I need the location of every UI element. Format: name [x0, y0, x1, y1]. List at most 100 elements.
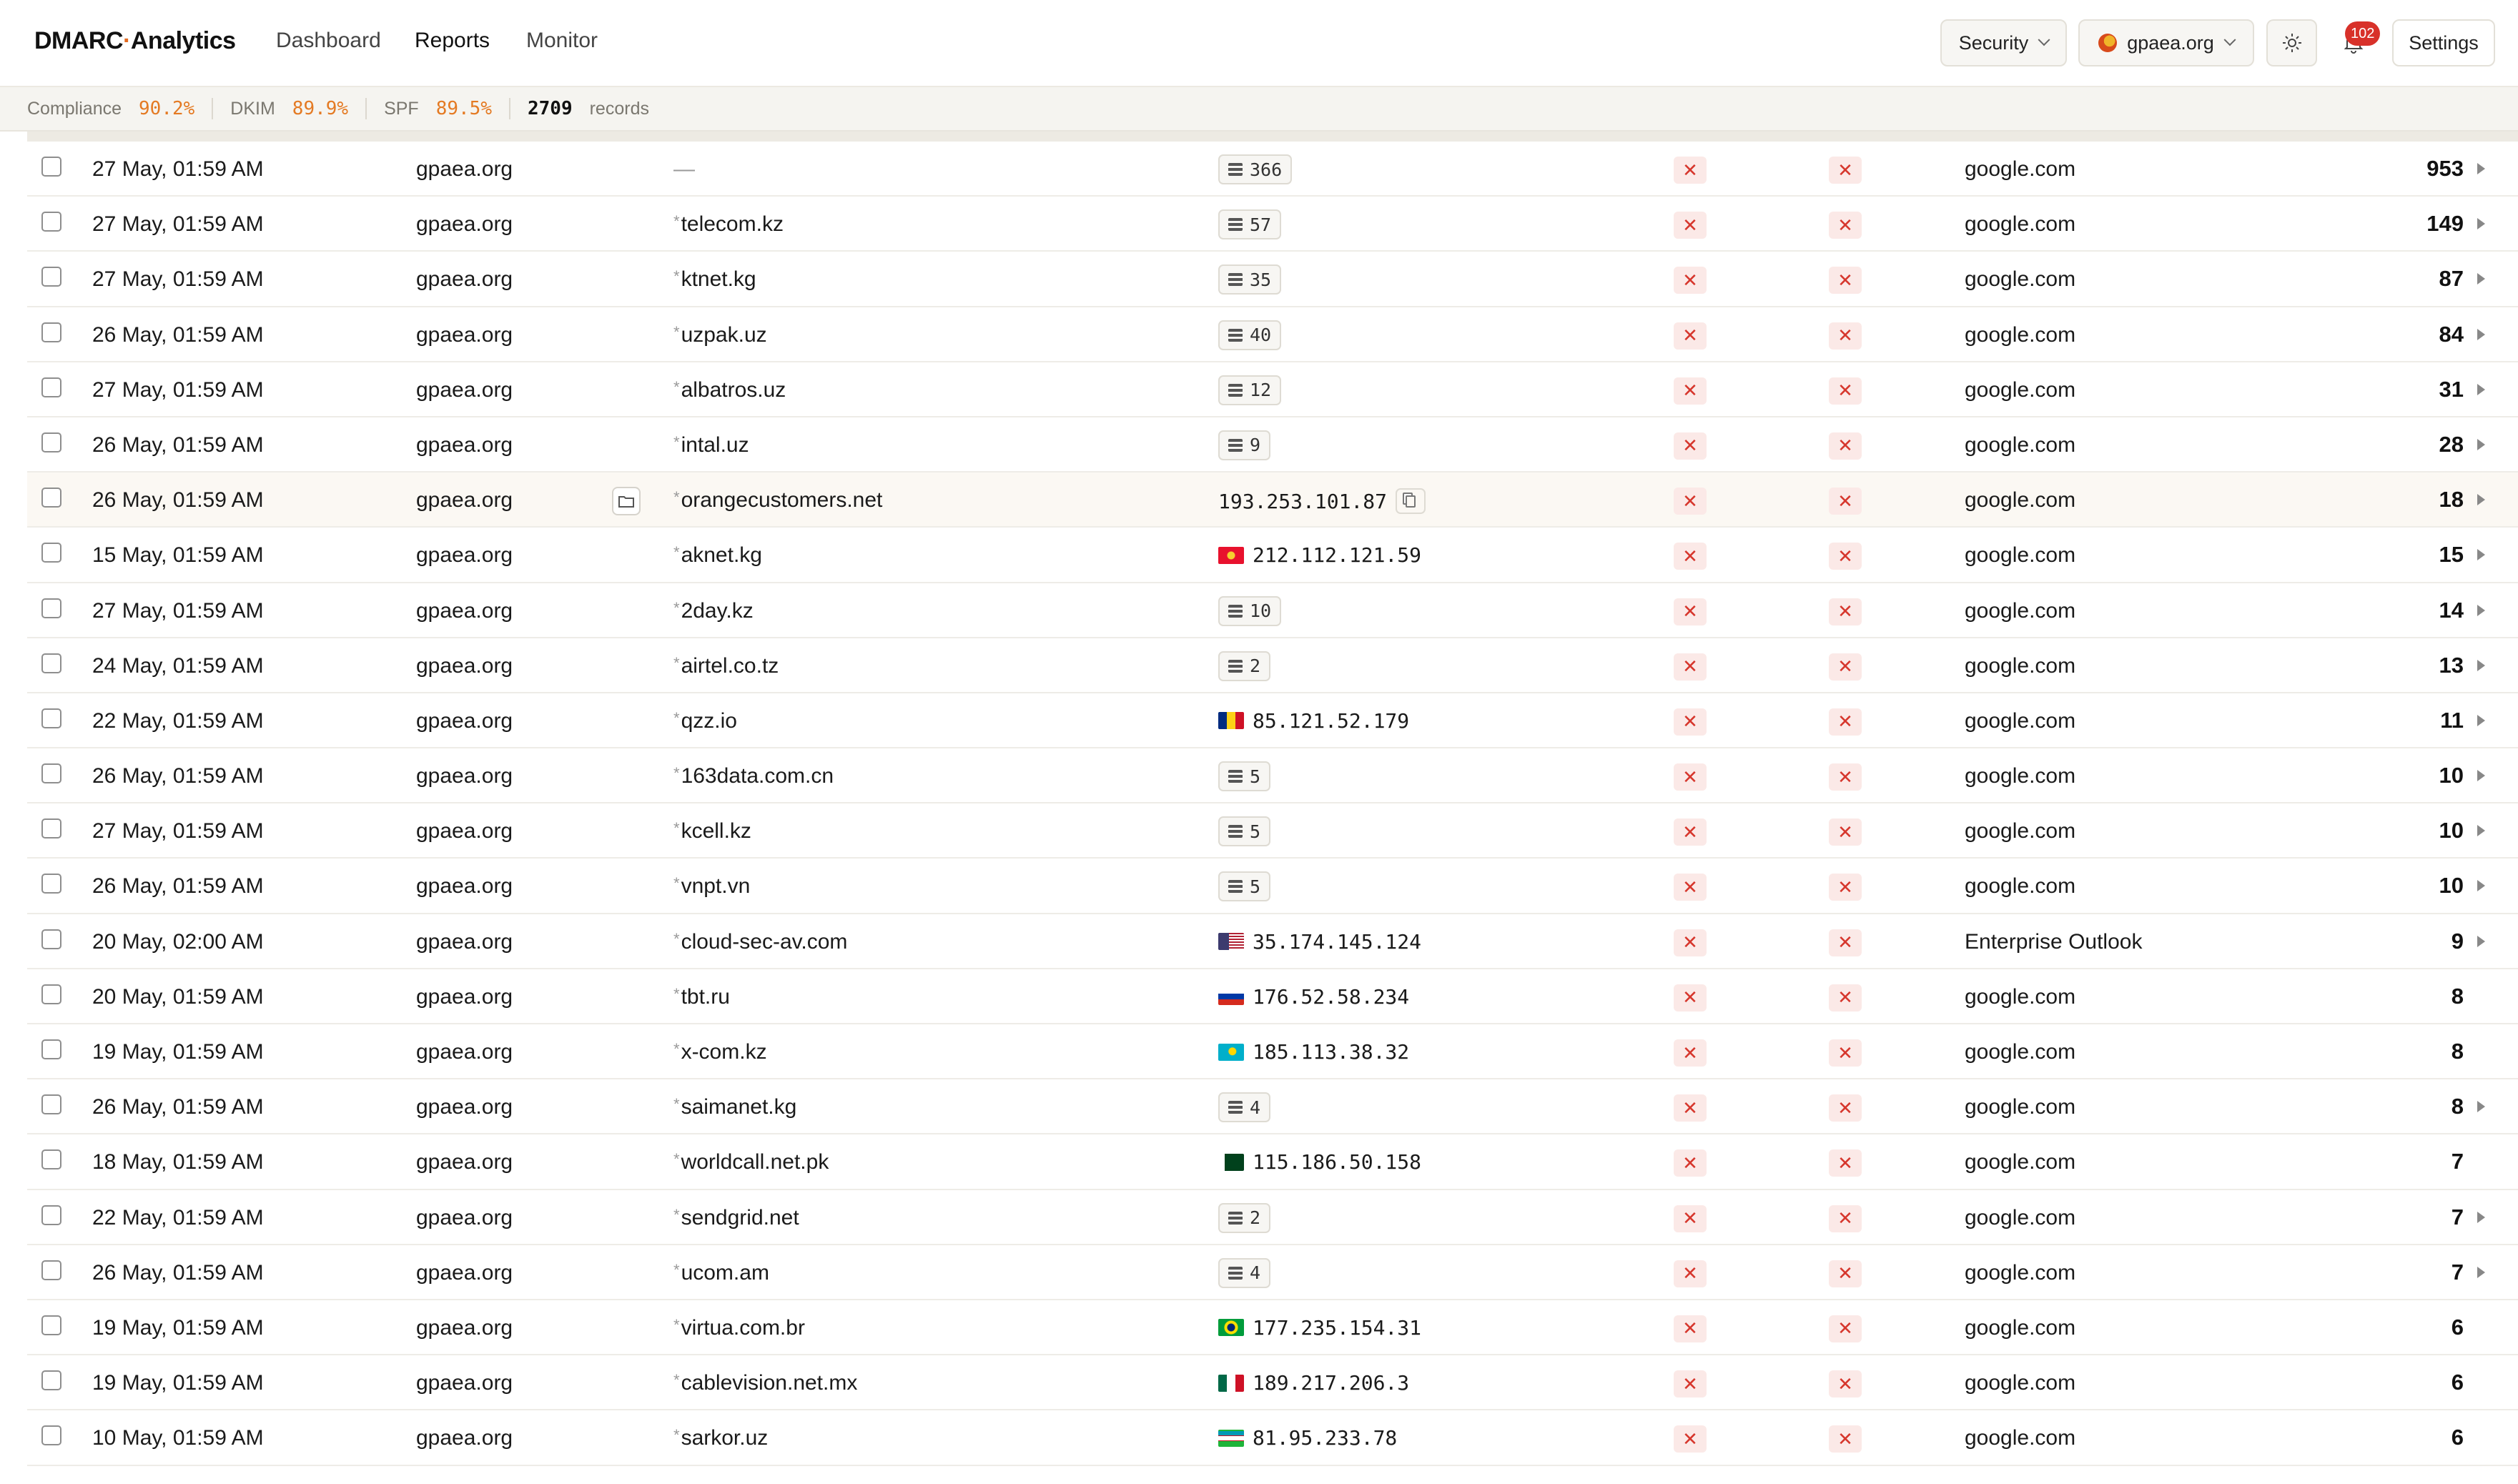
table-row[interactable]: 19 May, 01:59 AM gpaea.org *virtua.com.br 1…: [27, 1300, 2518, 1356]
row-checkbox[interactable]: [41, 543, 61, 563]
spf-fail-icon: ✕: [1829, 488, 1862, 515]
expand-row-icon[interactable]: [2477, 659, 2485, 671]
security-dropdown[interactable]: Security: [1940, 19, 2067, 66]
table-row[interactable]: 27 May, 01:59 AM gpaea.org *2day.kz 10 ✕ ✕ goo…: [27, 583, 2518, 638]
server-count-chip[interactable]: 10: [1218, 595, 1282, 626]
row-checkbox[interactable]: [41, 1094, 61, 1115]
table-row[interactable]: 26 May, 01:59 AM gpaea.org *163data.com.cn…: [27, 748, 2518, 804]
spf-fail-icon: ✕: [1829, 432, 1862, 460]
flag-uz-icon: [1218, 1429, 1244, 1447]
server-count-chip[interactable]: 40: [1218, 320, 1282, 350]
expand-row-icon[interactable]: [2477, 494, 2485, 506]
server-count-chip[interactable]: 4: [1218, 1092, 1271, 1123]
table-row[interactable]: 27 May, 01:59 AM gpaea.org *albatros.uz 12 ✕…: [27, 362, 2518, 417]
expand-row-icon[interactable]: [2477, 770, 2485, 782]
nav-monitor[interactable]: Monitor: [526, 29, 598, 53]
table-row[interactable]: 19 May, 01:59 AM gpaea.org *x-com.kz 185.11…: [27, 1024, 2518, 1080]
expand-row-icon[interactable]: [2477, 549, 2485, 561]
row-hostname-text: worldcall.net.pk: [681, 1150, 829, 1174]
expand-row-icon[interactable]: [2477, 218, 2485, 230]
row-checkbox[interactable]: [41, 984, 61, 1004]
row-checkbox[interactable]: [41, 432, 61, 452]
server-count-chip[interactable]: 2: [1218, 1202, 1271, 1233]
nav-reports[interactable]: Reports: [415, 29, 490, 53]
app-logo[interactable]: DMARC·Analytics: [34, 27, 236, 55]
row-checkbox[interactable]: [41, 267, 61, 287]
table-row[interactable]: 27 May, 01:59 AM gpaea.org *telecom.kz 57 ✕ ✕…: [27, 197, 2518, 252]
table-row[interactable]: 20 May, 01:59 AM gpaea.org *tbt.ru 176.52.5…: [27, 969, 2518, 1024]
table-row[interactable]: 27 May, 01:59 AM gpaea.org *kcell.kz 5 ✕ ✕ goo…: [27, 803, 2518, 859]
domain-selector[interactable]: gpaea.org: [2078, 19, 2254, 66]
row-checkbox[interactable]: [41, 1370, 61, 1391]
table-row[interactable]: 27 May, 01:59 AM gpaea.org *ktnet.kg 35 ✕ ✕ go…: [27, 252, 2518, 307]
row-checkbox[interactable]: [41, 1260, 61, 1280]
server-count-chip[interactable]: 35: [1218, 264, 1282, 295]
server-count-chip[interactable]: 5: [1218, 816, 1271, 847]
expand-row-icon[interactable]: [2477, 714, 2485, 726]
row-checkbox[interactable]: [41, 157, 61, 177]
table-row[interactable]: 26 May, 01:59 AM gpaea.org *uzpak.uz 40 ✕ ✕ go…: [27, 307, 2518, 362]
source-ip: 185.113.38.32: [1218, 1040, 1409, 1064]
table-row[interactable]: 26 May, 01:59 AM gpaea.org *intal.uz 9 ✕ ✕ goo…: [27, 417, 2518, 473]
settings-button[interactable]: Settings: [2392, 19, 2495, 66]
row-checkbox[interactable]: [41, 1149, 61, 1170]
row-checkbox[interactable]: [41, 322, 61, 342]
spf-fail-icon: ✕: [1829, 322, 1862, 350]
row-checkbox[interactable]: [41, 929, 61, 949]
expand-row-icon[interactable]: [2477, 383, 2485, 395]
expand-row-icon[interactable]: [2477, 604, 2485, 616]
row-checkbox[interactable]: [41, 598, 61, 618]
server-count-chip[interactable]: 57: [1218, 209, 1282, 240]
copy-ip-button[interactable]: [1396, 488, 1426, 515]
server-count-chip[interactable]: 12: [1218, 375, 1282, 405]
row-checkbox[interactable]: [41, 818, 61, 839]
expand-row-icon[interactable]: [2477, 1266, 2485, 1278]
server-count-chip[interactable]: 4: [1218, 1257, 1271, 1288]
expand-row-icon[interactable]: [2477, 825, 2485, 837]
row-checkbox[interactable]: [41, 1425, 61, 1446]
expand-row-icon[interactable]: [2477, 935, 2485, 947]
row-checkbox[interactable]: [41, 708, 61, 728]
server-count-chip[interactable]: 5: [1218, 871, 1271, 902]
dkim-fail-icon: ✕: [1674, 157, 1707, 184]
server-count-chip[interactable]: 5: [1218, 761, 1271, 792]
row-hostname: *x-com.kz: [673, 1040, 767, 1064]
table-row[interactable]: 26 May, 01:59 AM gpaea.org *saimanet.kg 4 ✕ ✕…: [27, 1079, 2518, 1135]
table-row[interactable]: 15 May, 01:59 AM gpaea.org *aknet.kg 212.11…: [27, 528, 2518, 583]
row-checkbox[interactable]: [41, 763, 61, 784]
expand-row-icon[interactable]: [2477, 880, 2485, 892]
table-row[interactable]: 18 May, 01:59 AM gpaea.org *worldcall.net.…: [27, 1134, 2518, 1190]
nav-dashboard[interactable]: Dashboard: [276, 29, 381, 53]
expand-row-icon[interactable]: [2477, 163, 2485, 174]
row-domain: gpaea.org: [416, 874, 513, 899]
row-checkbox[interactable]: [41, 874, 61, 894]
folder-button[interactable]: [612, 487, 641, 516]
server-count-chip[interactable]: 366: [1218, 154, 1293, 184]
table-row[interactable]: 22 May, 01:59 AM gpaea.org *qzz.io 85.121.5…: [27, 693, 2518, 749]
row-hostname-text: virtua.com.br: [681, 1315, 805, 1340]
row-checkbox[interactable]: [41, 488, 61, 508]
table-row[interactable]: 19 May, 01:59 AM gpaea.org *cablevision.ne…: [27, 1355, 2518, 1411]
table-row[interactable]: 27 May, 01:59 AM gpaea.org — 366 ✕ ✕ google.co…: [27, 142, 2518, 197]
row-checkbox[interactable]: [41, 653, 61, 673]
server-count-chip[interactable]: 2: [1218, 651, 1271, 681]
row-checkbox[interactable]: [41, 1204, 61, 1225]
expand-row-icon[interactable]: [2477, 1101, 2485, 1113]
row-checkbox[interactable]: [41, 377, 61, 397]
table-row[interactable]: 26 May, 01:59 AM gpaea.org *ucom.am 4 ✕ ✕ goog…: [27, 1245, 2518, 1300]
table-row[interactable]: 26 May, 01:59 AM gpaea.org *orangecustomer…: [27, 473, 2518, 528]
theme-toggle-button[interactable]: [2266, 19, 2317, 66]
table-row[interactable]: 10 May, 01:59 AM gpaea.org *sarkor.uz 81.95…: [27, 1410, 2518, 1466]
row-checkbox[interactable]: [41, 212, 61, 232]
table-row[interactable]: 22 May, 01:59 AM gpaea.org *sendgrid.net 2 ✕…: [27, 1190, 2518, 1245]
server-count-chip[interactable]: 9: [1218, 430, 1271, 460]
row-checkbox[interactable]: [41, 1315, 61, 1335]
expand-row-icon[interactable]: [2477, 273, 2485, 285]
expand-row-icon[interactable]: [2477, 438, 2485, 450]
expand-row-icon[interactable]: [2477, 1211, 2485, 1223]
table-row[interactable]: 24 May, 01:59 AM gpaea.org *airtel.co.tz 2 ✕…: [27, 638, 2518, 693]
table-row[interactable]: 20 May, 02:00 AM gpaea.org *cloud-sec-av.c…: [27, 914, 2518, 969]
expand-row-icon[interactable]: [2477, 328, 2485, 340]
table-row[interactable]: 26 May, 01:59 AM gpaea.org *vnpt.vn 5 ✕ ✕ goog…: [27, 859, 2518, 914]
row-checkbox[interactable]: [41, 1039, 61, 1059]
